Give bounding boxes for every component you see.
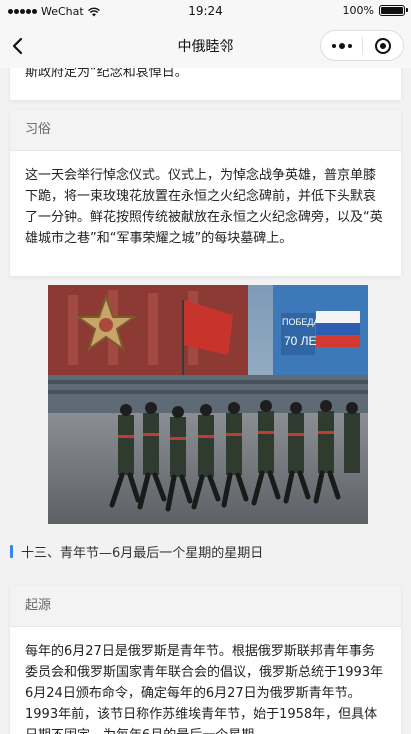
card-header: 习俗 — [10, 110, 401, 151]
parade-photo: ПОБЕДА 70 ЛЕТ — [48, 285, 368, 524]
card-paragraph: 斯政府定为“纪念和哀悼日。 — [25, 68, 188, 80]
target-icon — [374, 37, 391, 54]
section-heading: 十三、青年节—6月最后一个星期的星期日 — [10, 542, 264, 561]
banner-text: ПОБЕДА — [282, 317, 319, 327]
text-card: 斯政府定为“纪念和哀悼日。 — [10, 68, 401, 100]
card-paragraph: 这一天会举行悼念仪式。仪式上，为悼念战争英雄，普京单膝下跪，将一束玫瑰花放置在永… — [25, 168, 383, 246]
status-right: 100% — [342, 4, 408, 17]
close-mini-program-button[interactable] — [363, 31, 403, 60]
more-button[interactable] — [321, 31, 362, 60]
more-dot-icon — [347, 43, 352, 48]
parade-image: ПОБЕДА 70 ЛЕТ — [48, 285, 368, 524]
mini-program-capsule — [320, 30, 404, 61]
customs-card: 习俗 这一天会举行悼念仪式。仪式上，为悼念战争英雄，普京单膝下跪，将一束玫瑰花放… — [10, 110, 401, 276]
origin-card: 起源 每年的6月27日是俄罗斯是青年节。根据俄罗斯联邦青年事务委员会和俄罗斯国家… — [10, 586, 401, 734]
battery-icon — [379, 5, 408, 16]
card-header: 起源 — [10, 586, 401, 627]
more-dot-icon — [338, 42, 345, 49]
navigation-bar: 中俄睦邻 — [0, 24, 411, 68]
card-paragraph: 每年的6月27日是俄罗斯是青年节。根据俄罗斯联邦青年事务委员会和俄罗斯国家青年联… — [25, 644, 384, 734]
battery-percent: 100% — [342, 4, 374, 17]
status-bar: WeChat 19:24 100% — [0, 0, 411, 24]
article-content[interactable]: 斯政府定为“纪念和哀悼日。 习俗 这一天会举行悼念仪式。仪式上，为悼念战争英雄，… — [0, 68, 411, 734]
section-title: 十三、青年节—6月最后一个星期的星期日 — [21, 545, 264, 561]
battery-fill — [381, 7, 403, 14]
more-dot-icon — [331, 43, 336, 48]
heading-accent-bar — [10, 544, 13, 558]
